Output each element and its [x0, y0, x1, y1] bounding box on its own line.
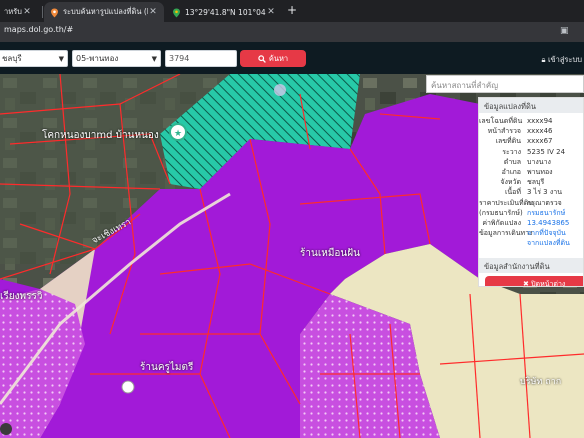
detail-row: ตำบล บางนาง — [479, 157, 583, 167]
detail-row: (กรมธนารักษ์) กรมธนารักษ์ — [479, 208, 583, 218]
poi-marker-icon[interactable] — [274, 84, 286, 96]
detail-key: หน้าสำรวจ — [487, 127, 521, 136]
tab-divider — [42, 6, 43, 18]
extension-icon[interactable]: ▣ — [560, 26, 570, 37]
detail-link[interactable]: กรมธนารักษ์ — [527, 208, 565, 218]
detail-row: จากแปลงที่ดิน — [479, 238, 583, 248]
detail-row: หน้าสำรวจ xxxx46 — [479, 126, 583, 136]
detail-value: xxxx67 — [527, 137, 553, 146]
map-label: ร้านครูไมตรี — [140, 362, 194, 373]
parcel-info-panel: ข้อมูลแปลงที่ดิน เลขโฉนดที่ดิน xxxx94 หน้า… — [478, 97, 584, 287]
detail-value: 5235 IV 24 — [527, 147, 566, 156]
amphoe-select[interactable]: 05-พานทอง ▼ — [72, 50, 161, 67]
detail-row: เลขโฉนดที่ดิน xxxx94 — [479, 116, 583, 126]
detail-key: ราคาประเมินที่ดิน — [479, 198, 534, 207]
panel-header: ข้อมูลแปลงที่ดิน — [479, 98, 583, 113]
map-pin-icon — [50, 8, 59, 17]
new-tab-icon[interactable]: + — [286, 3, 298, 17]
detail-row: ข้อมูลการเดินทาง จากที่ปัจจุบัน — [479, 228, 583, 238]
detail-row: ระวาง 5235 IV 24 — [479, 147, 583, 157]
detail-key: ระวาง — [502, 147, 521, 156]
poi-marker-icon[interactable] — [121, 380, 135, 394]
tab-label: ระบบค้นหารูปแปลงที่ดิน (LandsMap — [63, 7, 148, 16]
map-label: ร้านเหมือนฝัน — [300, 248, 360, 259]
detail-link[interactable]: จากที่ปัจจุบัน — [527, 228, 566, 238]
detail-value: ชลบุรี — [527, 178, 545, 187]
detail-row: เลขที่ดิน xxxx67 — [479, 136, 583, 146]
chevron-down-icon: ▼ — [58, 54, 64, 63]
login-label: เข้าสู่ระบบ — [547, 55, 582, 64]
detail-key: เลขโฉนดที่ดิน — [479, 117, 523, 125]
chevron-down-icon: ▼ — [151, 54, 157, 63]
detail-key: เลขที่ดิน — [495, 137, 521, 146]
amphoe-value: 05-พานทอง — [76, 54, 119, 63]
detail-row: ค่าพิกัดแปลง 13.4943865 — [479, 218, 583, 228]
map-label: บริษัท ถาก — [520, 377, 562, 387]
browser-tab-active[interactable]: ระบบค้นหารูปแปลงที่ดิน (LandsMap ✕ — [44, 2, 164, 22]
close-window-button[interactable]: ✖ ปิดหน้าต่าง — [485, 276, 583, 286]
land-office-header[interactable]: ข้อมูลสำนักงานที่ดิน — [479, 258, 583, 273]
detail-key: จังหวัด — [500, 178, 521, 187]
detail-value: พานทอง — [527, 167, 553, 176]
map-label: โคกหนองบาmd บ้านหนอง — [42, 130, 159, 141]
detail-key — [479, 238, 527, 248]
parcel-details: เลขโฉนดที่ดิน xxxx94 หน้าสำรวจ xxxx46 เลขที่… — [479, 116, 583, 248]
detail-row: เนื้อที่ 3 ไร่ 3 งาน — [479, 187, 583, 197]
detail-value: กรุณาตรวจ — [527, 198, 562, 207]
detail-key: อำเภอ — [501, 167, 521, 176]
address-bar[interactable]: maps.dol.go.th/# ▣ — [0, 22, 584, 42]
url-text[interactable]: maps.dol.go.th/# — [4, 25, 73, 34]
detail-link[interactable]: 13.4943865 — [527, 218, 569, 228]
search-button[interactable]: ค้นหา — [240, 50, 306, 67]
detail-row: อำเภอ พานทอง — [479, 167, 583, 177]
detail-value: xxxx94 — [527, 117, 553, 125]
google-maps-icon — [172, 8, 181, 17]
detail-row: ราคาประเมินที่ดิน กรุณาตรวจ — [479, 198, 583, 208]
province-value: ชลบุรี — [2, 54, 22, 63]
detail-key: ข้อมูลการเดินทาง — [479, 229, 533, 238]
tab-label: 13°29'41.8"N 101°04'11.1"E - G — [185, 7, 266, 17]
detail-key: เนื้อที่ — [505, 188, 521, 197]
svg-text:★: ★ — [174, 129, 182, 139]
province-select[interactable]: ชลบุรี ▼ — [0, 50, 68, 67]
close-icon[interactable]: ✕ — [266, 7, 276, 17]
site-toolbar: ชลบุรี ▼ 05-พานทอง ▼ 3794 ค้นหา 🔒︎ เข้าส… — [0, 42, 584, 74]
detail-key: ตำบล — [503, 157, 521, 166]
browser-tab-3[interactable]: 13°29'41.8"N 101°04'11.1"E - G ✕ — [166, 2, 282, 22]
close-icon[interactable]: ✕ — [22, 7, 32, 17]
detail-value: บางนาง — [527, 157, 551, 166]
parcel-number-input[interactable]: 3794 — [165, 50, 237, 67]
tab-label: ำหรับ ษา — [4, 7, 22, 16]
detail-row: จังหวัด ชลบุรี — [479, 177, 583, 187]
detail-value: 3 ไร่ 3 งาน — [527, 188, 562, 197]
browser-tab-strip: ำหรับ ษา ✕ ระบบค้นหารูปแปลงที่ดิน (Lands… — [0, 0, 584, 22]
detail-link[interactable]: จากแปลงที่ดิน — [527, 238, 570, 248]
detail-key: ค่าพิกัดแปลง — [482, 218, 521, 227]
place-search-input[interactable]: ค้นหาสถานที่สำคัญ — [426, 75, 584, 93]
detail-value: xxxx46 — [527, 127, 553, 136]
browser-tab-1[interactable]: ำหรับ ษา ✕ — [0, 2, 38, 22]
search-button-label: ค้นหา — [268, 53, 289, 63]
map-label: เรียงพรรวิ — [0, 291, 43, 302]
lock-icon: 🔒︎ — [541, 55, 546, 64]
search-icon — [258, 54, 266, 63]
poi-marker-icon[interactable] — [0, 423, 12, 435]
detail-key: (กรมธนารักษ์) — [479, 208, 523, 217]
close-icon[interactable]: ✕ — [148, 7, 158, 17]
login-link[interactable]: 🔒︎ เข้าสู่ระบบ — [542, 54, 582, 66]
